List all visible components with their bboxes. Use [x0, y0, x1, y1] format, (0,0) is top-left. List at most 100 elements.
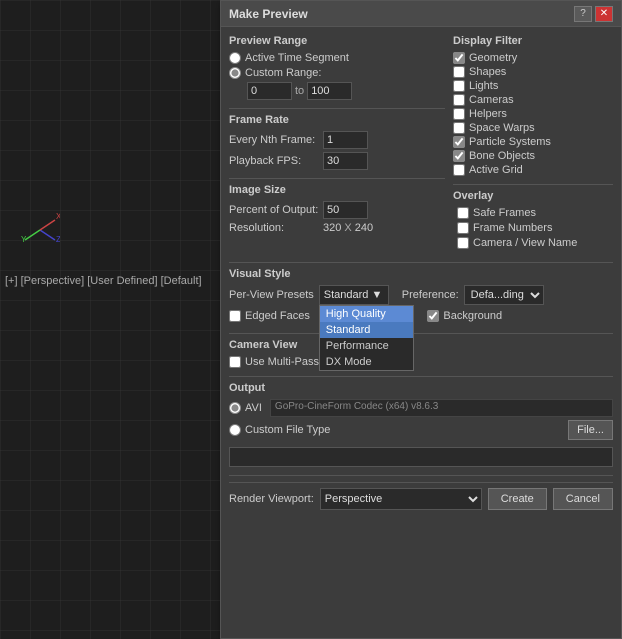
create-button[interactable]: Create [488, 488, 547, 510]
active-grid-checkbox[interactable] [453, 164, 465, 176]
custom-file-radio[interactable] [229, 424, 241, 436]
preset-row: Per-View Presets Standard ▼ High Quality… [229, 285, 613, 305]
background-label: Background [443, 310, 502, 322]
separator-5 [229, 333, 613, 334]
edged-faces-checkbox[interactable] [229, 310, 241, 322]
helpers-checkbox[interactable] [453, 108, 465, 120]
custom-range-row: Custom Range: [229, 67, 445, 79]
file-button[interactable]: File... [568, 420, 613, 440]
bottom-bar: Render Viewport: Perspective Create Canc… [229, 482, 613, 510]
camera-name-label: Camera / View Name [473, 237, 577, 249]
output-path-input[interactable] [229, 447, 613, 467]
cancel-button[interactable]: Cancel [553, 488, 613, 510]
cameras-label: Cameras [469, 94, 514, 106]
res-height: 240 [355, 222, 373, 234]
separator-3 [453, 184, 613, 185]
edged-faces-label: Edged Faces [245, 310, 310, 322]
dropdown-item-standard[interactable]: Standard [320, 322, 413, 338]
right-column: Display Filter Geometry Shapes Lights [453, 35, 613, 257]
bone-objects-label: Bone Objects [469, 150, 535, 162]
viewport-background: Z X Y [+] [Perspective] [User Defined] [… [0, 0, 230, 639]
camera-name-checkbox[interactable] [457, 237, 469, 249]
avi-row: AVI GoPro-CineForm Codec (x64) v8.6.3 [229, 399, 613, 417]
background-checkbox[interactable] [427, 310, 439, 322]
close-button[interactable]: ✕ [595, 6, 613, 22]
frame-rate-title: Frame Rate [229, 114, 445, 126]
svg-text:X: X [56, 212, 60, 221]
viewport-label: [+] [Perspective] [User Defined] [Defaul… [5, 275, 202, 287]
multi-pass-checkbox[interactable] [229, 356, 241, 368]
helpers-label: Helpers [469, 108, 507, 120]
range-end-input[interactable] [307, 82, 352, 100]
frame-numbers-label: Frame Numbers [473, 222, 552, 234]
safe-frames-checkbox[interactable] [457, 207, 469, 219]
cameras-checkbox[interactable] [453, 94, 465, 106]
overlay-title: Overlay [453, 190, 613, 202]
playback-fps-row: Playback FPS: [229, 152, 445, 170]
preset-dropdown-list: High Quality Standard Performance DX Mod… [319, 305, 414, 371]
display-filter-section: Display Filter Geometry Shapes Lights [453, 35, 613, 176]
lights-checkbox[interactable] [453, 80, 465, 92]
percent-row: Percent of Output: [229, 201, 445, 219]
geometry-label: Geometry [469, 52, 517, 64]
help-button[interactable]: ? [574, 6, 592, 22]
bone-objects-checkbox[interactable] [453, 150, 465, 162]
edged-faces-row: Edged Faces [229, 310, 310, 322]
image-size-section: Image Size Percent of Output: Resolution… [229, 184, 445, 234]
separator-4 [229, 262, 613, 263]
avi-radio[interactable] [229, 402, 241, 414]
dialog-body: Preview Range Active Time Segment Custom… [221, 27, 621, 638]
preset-dropdown-btn[interactable]: Standard ▼ [319, 285, 389, 305]
custom-range-label: Custom Range: [245, 67, 321, 79]
filter-geometry: Geometry [453, 52, 613, 64]
visual-style-title: Visual Style [229, 268, 613, 280]
custom-file-label: Custom File Type [245, 424, 330, 436]
display-filter-title: Display Filter [453, 35, 613, 47]
filter-active-grid: Active Grid [453, 164, 613, 176]
codec-text: GoPro-CineForm Codec (x64) v8.6.3 [270, 399, 613, 417]
axis-indicator: Z X Y [20, 210, 60, 250]
percent-input[interactable] [323, 201, 368, 219]
multi-pass-row: Use Multi-Pass Camera Effect [229, 356, 613, 368]
shapes-checkbox[interactable] [453, 66, 465, 78]
geometry-checkbox[interactable] [453, 52, 465, 64]
space-warps-checkbox[interactable] [453, 122, 465, 134]
particle-systems-checkbox[interactable] [453, 136, 465, 148]
to-label: to [295, 85, 304, 97]
filter-particle-systems: Particle Systems [453, 136, 613, 148]
particle-systems-label: Particle Systems [469, 136, 551, 148]
range-start-input[interactable] [247, 82, 292, 100]
filter-shapes: Shapes [453, 66, 613, 78]
shapes-label: Shapes [469, 66, 506, 78]
active-segment-label: Active Time Segment [245, 52, 349, 64]
render-viewport-label: Render Viewport: [229, 493, 314, 505]
active-segment-radio[interactable] [229, 52, 241, 64]
space-warps-label: Space Warps [469, 122, 535, 134]
overlay-frame-numbers: Frame Numbers [453, 222, 613, 234]
active-segment-row: Active Time Segment [229, 52, 445, 64]
percent-label: Percent of Output: [229, 204, 319, 216]
preference-select[interactable]: Defa...ding [464, 285, 544, 305]
filter-lights: Lights [453, 80, 613, 92]
dropdown-item-high-quality[interactable]: High Quality [320, 306, 413, 322]
camera-view-section: Camera View Use Multi-Pass Camera Effect [229, 339, 613, 368]
dropdown-item-dx-mode[interactable]: DX Mode [320, 354, 413, 370]
overlay-camera-name: Camera / View Name [453, 237, 613, 249]
x-separator: X [344, 222, 351, 234]
playback-fps-input[interactable] [323, 152, 368, 170]
safe-frames-label: Safe Frames [473, 207, 536, 219]
filter-helpers: Helpers [453, 108, 613, 120]
frame-numbers-checkbox[interactable] [457, 222, 469, 234]
playback-fps-label: Playback FPS: [229, 155, 319, 167]
every-nth-label: Every Nth Frame: [229, 134, 319, 146]
preview-range-section: Preview Range Active Time Segment Custom… [229, 35, 445, 100]
filter-cameras: Cameras [453, 94, 613, 106]
dropdown-item-performance[interactable]: Performance [320, 338, 413, 354]
res-width: 320 [323, 222, 341, 234]
custom-range-radio[interactable] [229, 67, 241, 79]
visual-style-section: Visual Style Per-View Presets Standard ▼… [229, 268, 613, 325]
lights-label: Lights [469, 80, 498, 92]
camera-view-title: Camera View [229, 339, 613, 351]
every-nth-input[interactable] [323, 131, 368, 149]
render-viewport-select[interactable]: Perspective [320, 488, 482, 510]
